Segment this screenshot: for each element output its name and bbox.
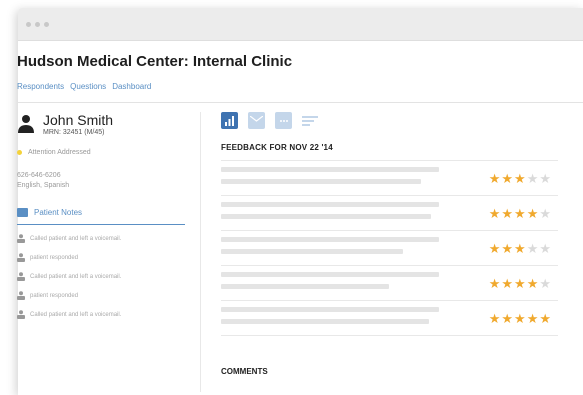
person-icon (18, 115, 34, 133)
feedback-panel: FEEDBACK FOR NOV 22 '14 ★★★★★ ★★★★★ ★★★★★ ★… (221, 112, 558, 336)
column-divider (200, 112, 201, 392)
tab-list[interactable] (302, 112, 319, 129)
star-icon: ★ (514, 311, 527, 326)
placeholder-text-bar (221, 249, 403, 254)
note-item: Called patient and left a voicemail. (17, 305, 187, 324)
patient-mrn: MRN: 32451 (M/45) (43, 129, 105, 136)
star-icon: ★ (526, 241, 540, 256)
person-icon (17, 310, 25, 319)
star-icon: ★ (501, 241, 515, 256)
star-icon: ★ (488, 276, 502, 291)
nav-dashboard[interactable]: Dashboard (112, 82, 151, 91)
feedback-title: FEEDBACK FOR NOV 22 '14 (221, 143, 333, 152)
placeholder-text-bar (221, 202, 439, 207)
placeholder-text-bar (221, 284, 389, 289)
tab-messages[interactable] (275, 112, 292, 129)
tab-chart[interactable] (221, 112, 238, 129)
star-icon: ★ (539, 276, 552, 291)
star-icon: ★ (514, 171, 527, 186)
notes-list: Called patient and left a voicemail. pat… (17, 229, 187, 324)
star-icon: ★ (501, 311, 515, 326)
star-icon: ★ (501, 206, 515, 221)
placeholder-text-bar (221, 214, 431, 219)
star-icon: ★ (488, 171, 502, 186)
star-icon: ★ (501, 171, 515, 186)
note-text: Called patient and left a voicemail. (30, 273, 122, 280)
page-title: Hudson Medical Center: Internal Clinic (17, 53, 293, 70)
placeholder-text-bar (221, 307, 439, 312)
star-icon: ★ (526, 206, 540, 221)
star-icon: ★ (501, 276, 515, 291)
star-rating: ★★★★★ (489, 312, 552, 325)
placeholder-text-bar (221, 319, 429, 324)
comments-title: COMMENTS (221, 367, 268, 376)
person-icon (17, 253, 25, 262)
star-icon: ★ (539, 171, 552, 186)
patient-notes-header[interactable]: Patient Notes (17, 208, 185, 225)
note-item: Called patient and left a voicemail. (17, 229, 187, 248)
placeholder-text-bar (221, 179, 421, 184)
note-item: Called patient and left a voicemail. (17, 267, 187, 286)
star-icon: ★ (488, 311, 502, 326)
header-divider (17, 102, 583, 103)
star-icon: ★ (514, 241, 527, 256)
envelope-icon (250, 116, 263, 125)
feedback-row: ★★★★★ (221, 231, 558, 266)
star-icon: ★ (539, 241, 552, 256)
star-icon: ★ (526, 311, 540, 326)
note-item: patient responded (17, 248, 187, 267)
top-nav: Respondents Questions Dashboard (17, 82, 151, 91)
patient-header: John Smith MRN: 32451 (M/45) (17, 112, 187, 136)
patient-phone: 626-646-6206 (17, 172, 61, 179)
note-text: Called patient and left a voicemail. (30, 311, 122, 318)
feedback-list: ★★★★★ ★★★★★ ★★★★★ ★★★★★ ★★★★★ (221, 160, 558, 336)
star-rating: ★★★★★ (489, 277, 552, 290)
person-icon (17, 291, 25, 300)
star-icon: ★ (488, 206, 502, 221)
star-icon: ★ (539, 206, 552, 221)
star-rating: ★★★★★ (489, 207, 552, 220)
star-icon: ★ (514, 276, 527, 291)
status-badge: Attention Addressed (17, 149, 187, 156)
nav-questions[interactable]: Questions (70, 82, 106, 91)
list-lines-icon (302, 115, 318, 126)
note-item: patient responded (17, 286, 187, 305)
star-rating: ★★★★★ (489, 172, 552, 185)
note-text: Called patient and left a voicemail. (30, 235, 122, 242)
patient-notes-label: Patient Notes (34, 208, 83, 217)
patient-name: John Smith (43, 112, 114, 128)
placeholder-text-bar (221, 272, 439, 277)
placeholder-text-bar (221, 237, 439, 242)
nav-respondents[interactable]: Respondents (17, 82, 64, 91)
star-icon: ★ (526, 171, 540, 186)
window-dot[interactable] (44, 21, 49, 27)
window-titlebar (18, 8, 583, 41)
feedback-row: ★★★★★ (221, 161, 558, 196)
chat-bubble-icon (17, 208, 28, 217)
placeholder-text-bar (221, 167, 439, 172)
star-rating: ★★★★★ (489, 242, 552, 255)
star-icon: ★ (526, 276, 540, 291)
feedback-row: ★★★★★ (221, 301, 558, 336)
star-icon: ★ (539, 311, 552, 326)
view-tabs (221, 112, 558, 129)
bar-chart-icon (225, 115, 234, 126)
status-dot-icon (17, 150, 22, 155)
feedback-row: ★★★★★ (221, 196, 558, 231)
feedback-row: ★★★★★ (221, 266, 558, 301)
window-dot[interactable] (35, 21, 40, 27)
chat-bubble-icon (279, 119, 288, 122)
person-icon (17, 234, 25, 243)
window-dot[interactable] (26, 21, 31, 27)
person-icon (17, 272, 25, 281)
star-icon: ★ (514, 206, 527, 221)
patient-languages: English, Spanish (17, 182, 70, 189)
note-text: patient responded (30, 292, 79, 299)
status-text: Attention Addressed (28, 149, 91, 156)
patient-contact: 626-646-6206 English, Spanish (17, 171, 187, 191)
star-icon: ★ (488, 241, 502, 256)
note-text: patient responded (30, 254, 79, 261)
patient-panel: John Smith MRN: 32451 (M/45) Attention A… (17, 112, 187, 324)
tab-email[interactable] (248, 112, 265, 129)
